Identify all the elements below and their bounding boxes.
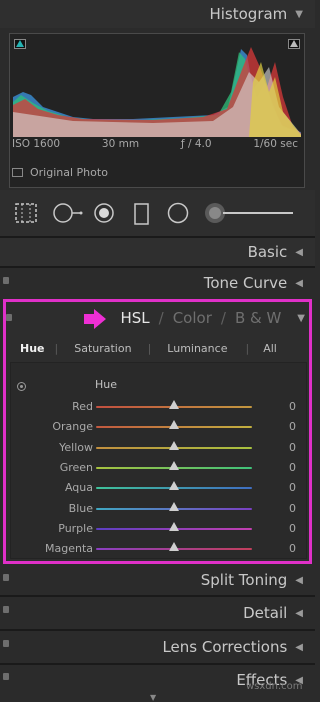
slider-thumb[interactable] [169,420,179,430]
targeted-adjustment-icon[interactable] [17,382,26,391]
graduated-filter-icon[interactable] [132,202,152,226]
lens-corrections-panel-header[interactable]: Lens Corrections ◀ [0,632,315,662]
tool-strip [0,190,315,236]
collapse-left-icon[interactable]: ◀ [295,642,303,653]
crop-overlay-icon[interactable] [14,202,38,224]
collapse-left-icon[interactable]: ◀ [295,278,303,289]
slider-label: Orange [52,420,93,434]
histogram-title: Histogram [209,5,288,23]
hsl-slider-magenta[interactable]: Magenta 0 [11,539,306,559]
subtab-all[interactable]: All [249,342,287,355]
red-eye-icon[interactable] [92,202,116,224]
slider-thumb[interactable] [169,460,179,470]
focal-length-value: 30 mm [101,138,140,150]
collapse-left-icon[interactable]: ◀ [295,608,303,619]
slider-value[interactable]: 0 [289,502,296,515]
divider [0,663,315,665]
iso-value: ISO 1600 [12,138,61,150]
collapse-left-icon[interactable]: ◀ [295,575,303,586]
histogram-graph [13,47,301,137]
slider-label: Green [59,460,93,474]
hsl-slider-aqua[interactable]: Aqua 0 [11,478,306,498]
histogram-panel-header[interactable]: Histogram ▼ [0,0,315,28]
slider-value[interactable]: 0 [289,420,296,433]
split-toning-panel-header[interactable]: Split Toning ◀ [0,566,315,594]
slider-thumb[interactable] [169,440,179,450]
hsl-tab-bar: HSL / Color / B & W ▼ [6,302,309,334]
hsl-slider-blue[interactable]: Blue 0 [11,499,306,519]
slider-group-title: Hue [95,378,118,391]
adjustment-brush-icon[interactable] [203,200,301,226]
split-toning-title: Split Toning [200,571,288,589]
tab-separator: / [158,309,164,327]
slider-value[interactable]: 0 [289,461,296,474]
divider [0,595,315,597]
aperture-value: ƒ / 4.0 [180,138,212,150]
original-photo-label: Original Photo [30,166,108,179]
divider [0,629,315,631]
hsl-slider-group: Hue Red 0 Orange 0 Yellow 0 Green 0 Aqua 0 Blue 0 Pu… [10,362,307,559]
subtab-saturation[interactable]: Saturation [58,342,147,355]
slider-thumb[interactable] [169,481,179,491]
detail-title: Detail [243,604,288,622]
tab-hsl[interactable]: HSL [120,309,149,327]
detail-panel-header[interactable]: Detail ◀ [0,598,315,628]
tone-curve-title: Tone Curve [203,274,288,292]
slider-thumb[interactable] [169,400,179,409]
slider-label: Purple [58,521,93,535]
tab-bw[interactable]: B & W [235,309,281,327]
spot-removal-icon[interactable] [52,202,84,224]
slider-label: Aqua [64,481,93,495]
original-photo-toggle[interactable]: Original Photo [12,166,108,179]
collapse-down-icon[interactable]: ▼ [297,313,305,324]
slider-thumb[interactable] [169,501,179,511]
slider-label: Blue [68,501,93,515]
hsl-slider-orange[interactable]: Orange 0 [11,417,306,437]
hsl-subtab-bar: Hue | Saturation | Luminance | All [10,335,305,361]
tone-curve-panel-header[interactable]: Tone Curve ◀ [0,268,315,298]
collapse-down-icon[interactable]: ▼ [295,9,303,20]
radial-filter-icon[interactable] [166,202,190,224]
slider-value[interactable]: 0 [289,542,296,555]
slider-thumb[interactable] [169,542,179,552]
tab-separator: / [220,309,226,327]
hsl-slider-green[interactable]: Green 0 [11,458,306,478]
slider-value[interactable]: 0 [289,441,296,454]
watermark: wsxdn.com [246,681,303,692]
slider-value[interactable]: 0 [289,481,296,494]
subtab-hue[interactable]: Hue [10,342,55,355]
collapse-left-icon[interactable]: ◀ [295,247,303,258]
basic-panel-header[interactable]: Basic ◀ [0,238,315,266]
slider-value[interactable]: 0 [289,522,296,535]
histogram-display[interactable]: ISO 1600 30 mm ƒ / 4.0 1/60 sec Original… [9,33,305,188]
tab-color[interactable]: Color [173,309,212,327]
lens-corrections-title: Lens Corrections [162,638,288,656]
shutter-speed-value: 1/60 sec [253,138,298,150]
slider-thumb[interactable] [169,521,179,531]
slider-value[interactable]: 0 [289,400,296,413]
hsl-slider-red[interactable]: Red 0 [11,397,306,417]
basic-title: Basic [247,243,288,261]
scroll-more-icon[interactable]: ▼ [150,693,156,702]
hsl-slider-purple[interactable]: Purple 0 [11,519,306,539]
original-photo-checkbox[interactable] [12,168,23,177]
hsl-slider-yellow[interactable]: Yellow 0 [11,438,306,458]
slider-label: Magenta [44,542,93,556]
slider-label: Yellow [59,440,93,454]
subtab-luminance[interactable]: Luminance [151,342,245,355]
hsl-panel: HSL / Color / B & W ▼ Hue | Saturation |… [3,299,312,564]
exif-info-row: ISO 1600 30 mm ƒ / 4.0 1/60 sec [12,138,298,150]
slider-label: Red [72,400,93,413]
